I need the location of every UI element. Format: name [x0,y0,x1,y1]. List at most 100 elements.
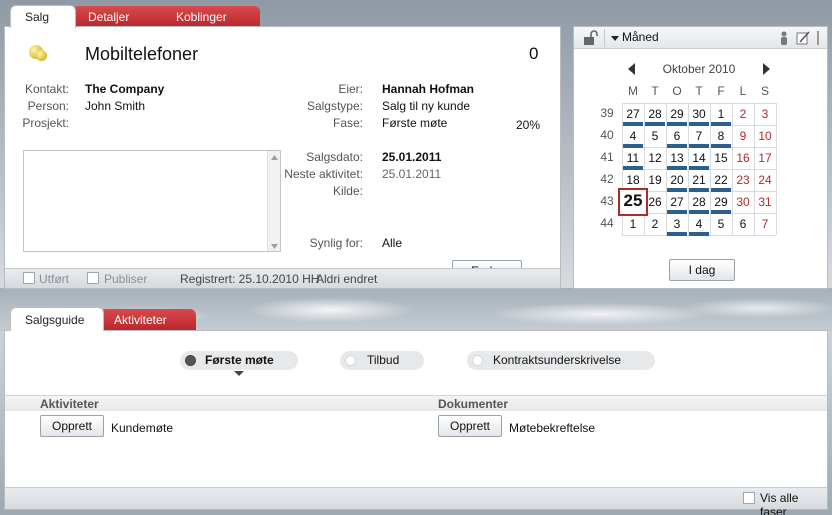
calendar-day[interactable]: 26 [644,193,666,215]
calendar-day[interactable]: 23 [732,171,754,193]
tab-label: Aktiviteter [114,313,167,327]
day-number: 24 [758,173,772,187]
phase-label: Kontraktsunderskrivelse [493,353,622,367]
day-number: 12 [648,151,662,165]
day-header: T [651,84,659,98]
calendar-day[interactable]: 29 [666,105,688,127]
day-number: 31 [758,195,772,209]
calendar-day[interactable]: 17 [754,149,776,171]
day-number: 1 [629,217,637,231]
contact-label: Kontakt: [24,82,69,96]
month-label: Oktober 2010 [662,62,736,76]
calendar-day[interactable]: 31 [754,193,776,215]
calendar-day[interactable]: 24 [754,171,776,193]
week-number: 44 [600,216,614,230]
today-button[interactable]: I dag [669,259,735,281]
calendar-day[interactable]: 9 [732,127,754,149]
calendar-day[interactable]: 30 [688,105,710,127]
tab-salg[interactable]: Salg [10,5,76,28]
day-number: 17 [758,151,772,165]
day-number: 4 [695,217,703,231]
calendar-day[interactable]: 30 [732,193,754,215]
tab-salgsguide[interactable]: Salgsguide [10,307,104,331]
person-value[interactable]: John Smith [85,99,145,113]
activity-bar [667,166,687,170]
calendar-day[interactable]: 22 [710,171,732,193]
activity-bar [711,210,731,214]
calendar-day[interactable]: 1 [710,105,732,127]
calendar-day[interactable]: 27 [666,193,688,215]
tab-aktiviteter[interactable]: Aktiviteter [100,309,196,331]
calendar-day[interactable]: 29 [710,193,732,215]
calendar-day[interactable]: 2 [732,105,754,127]
day-number: 1 [717,107,725,121]
phase-offer[interactable]: Tilbud [340,351,424,370]
calendar-day[interactable]: 6 [732,215,754,237]
visible-for-label: Synlig for: [309,236,363,250]
project-label: Prosjekt: [22,116,69,130]
chevron-left-icon[interactable] [627,63,637,75]
edit-note-icon[interactable] [796,30,810,46]
calendar-day[interactable]: 3 [666,215,688,237]
phase-label: Første møte [205,353,274,367]
calendar-day[interactable]: 7 [754,215,776,237]
publish-checkbox[interactable] [87,272,99,284]
document-item[interactable]: Møtebekreftelse [509,421,595,435]
calendar-day[interactable]: 6 [666,127,688,149]
calendar-day[interactable]: 28 [644,105,666,127]
phase-first-meeting[interactable]: Første møte [180,351,298,370]
calendar-day[interactable]: 16 [732,149,754,171]
calendar-day[interactable]: 4 [688,215,710,237]
calendar-day[interactable]: 10 [754,127,776,149]
more-options-icon[interactable] [815,30,821,46]
owner-value: Hannah Hofman [382,82,475,96]
calendar-day[interactable]: 14 [688,149,710,171]
saletype-label: Salgstype: [306,99,363,113]
activity-item[interactable]: Kundemøte [111,421,173,435]
calendar-day[interactable]: 7 [688,127,710,149]
publish-label: Publiser [104,272,148,286]
create-document-button[interactable]: Opprett [438,415,502,437]
activity-bar [623,166,643,170]
unlock-icon[interactable] [582,29,600,47]
contact-value[interactable]: The Company [85,82,164,96]
calendar-day[interactable]: 15 [710,149,732,171]
activity-bar [623,144,643,148]
calendar-day[interactable]: 11 [622,149,644,171]
tab-koblinger[interactable]: Koblinger [150,6,260,28]
day-number: 8 [717,129,725,143]
chevron-right-icon[interactable] [761,63,771,75]
sales-guide-panel: Første møte Tilbud Kontraktsunderskrivel… [4,330,828,515]
day-header: F [717,84,725,98]
calendar-day[interactable]: 21 [688,171,710,193]
calendar-day[interactable]: 1 [622,215,644,237]
calendar-day[interactable]: 12 [644,149,666,171]
notes-textarea[interactable] [23,150,281,252]
activity-bar [711,188,731,192]
calendar-day[interactable]: 3 [754,105,776,127]
next-activity-label: Neste aktivitet: [284,167,363,181]
day-number: 26 [648,195,662,209]
calendar-day[interactable]: 5 [710,215,732,237]
calendar-day[interactable]: 8 [710,127,732,149]
tab-detaljer[interactable]: Detaljer [72,6,158,28]
calendar-day[interactable]: 27 [622,105,644,127]
calendar-day[interactable]: 20 [666,171,688,193]
calendar-day[interactable]: 4 [622,127,644,149]
view-select[interactable]: Måned [622,30,659,44]
create-activity-button[interactable]: Opprett [40,415,104,437]
calendar-grid-line [776,103,777,235]
person-icon[interactable] [778,30,790,46]
saletype-value: Salg til ny kunde [382,99,471,113]
phase-dot [472,355,483,366]
show-all-phases-checkbox[interactable] [743,492,755,504]
day-number: 27 [626,107,640,121]
phase-contract-signing[interactable]: Kontraktsunderskrivelse [467,351,655,370]
calendar-day[interactable]: 13 [666,149,688,171]
done-checkbox[interactable] [23,272,35,284]
calendar-day[interactable]: 5 [644,127,666,149]
calendar-day[interactable]: 28 [688,193,710,215]
triangle-down-icon[interactable] [610,34,620,44]
calendar-day[interactable]: 2 [644,215,666,237]
phase-dot-active [185,355,196,366]
